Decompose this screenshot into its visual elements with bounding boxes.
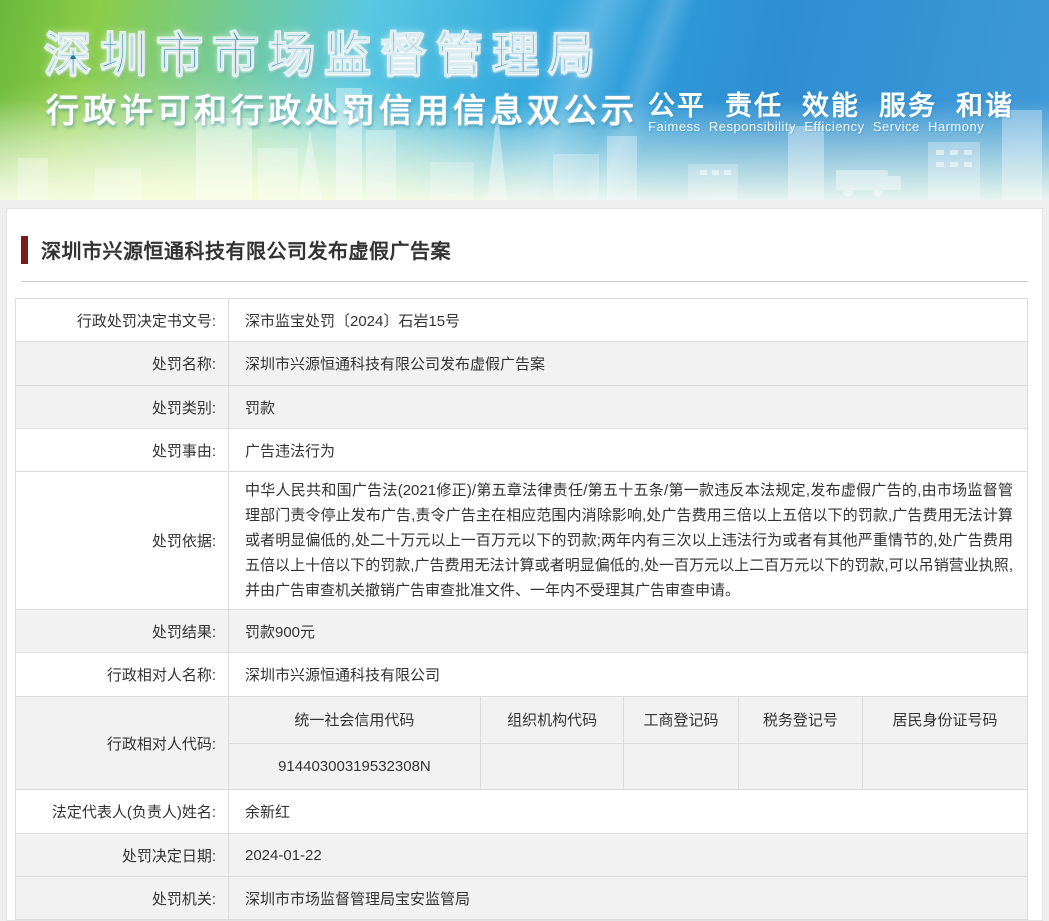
code-column-header: 税务登记号 <box>737 697 863 744</box>
party-codes-header-row: 统一社会信用代码 组织机构代码 工商登记码 税务登记号 居民身份证号码 <box>229 697 1027 744</box>
party-codes-cell: 统一社会信用代码 组织机构代码 工商登记码 税务登记号 居民身份证号码 9144… <box>228 696 1028 790</box>
row-label: 行政相对人代码: <box>15 696 229 790</box>
row-value: 罚款 <box>228 385 1028 429</box>
row-value: 深市监宝处罚〔2024〕石岩15号 <box>228 298 1028 342</box>
row-label: 处罚类别: <box>15 385 229 429</box>
page-title: 深圳市兴源恒通科技有限公司发布虚假广告案 <box>41 241 451 263</box>
row-label: 处罚事由: <box>15 428 229 472</box>
slogan-english: Faimess Responsibility Efficiency Servic… <box>648 119 985 134</box>
code-value <box>737 743 863 789</box>
penalty-record-table: 行政处罚决定书文号: 深市监宝处罚〔2024〕石岩15号 处罚名称: 深圳市兴源… <box>15 298 1028 920</box>
title-separator <box>21 281 1028 282</box>
row-label: 处罚结果: <box>15 609 229 653</box>
row-value: 深圳市市场监督管理局宝安监管局 <box>228 876 1028 920</box>
row-label: 行政相对人名称: <box>15 652 229 697</box>
agency-title: 深圳市市场监督管理局 <box>43 27 604 82</box>
slogan-chinese: 公平 责任 效能 服务 和谐 <box>648 91 1015 121</box>
row-label: 法定代表人(负责人)姓名: <box>15 789 229 834</box>
code-value <box>623 743 739 789</box>
code-value: 91440300319532308N <box>229 743 481 789</box>
title-accent-bar <box>21 235 28 264</box>
code-value <box>862 743 1027 789</box>
banner-subtitle: 行政许可和行政处罚信用信息双公示 <box>46 92 638 129</box>
code-column-header: 工商登记码 <box>623 697 739 744</box>
code-column-header: 组织机构代码 <box>479 697 624 744</box>
table-row-penalty-reason: 处罚事由: 广告违法行为 <box>15 428 1028 472</box>
table-row-penalty-result: 处罚结果: 罚款900元 <box>15 609 1028 653</box>
row-value: 中华人民共和国广告法(2021修正)/第五章法律责任/第五十五条/第一款违反本法… <box>228 471 1028 610</box>
table-row-decision-date: 处罚决定日期: 2024-01-22 <box>15 833 1028 877</box>
table-row-party-name: 行政相对人名称: 深圳市兴源恒通科技有限公司 <box>15 652 1028 697</box>
table-row-penalty-category: 处罚类别: 罚款 <box>15 385 1028 429</box>
code-value <box>479 743 624 789</box>
table-row-penalty-basis: 处罚依据: 中华人民共和国广告法(2021修正)/第五章法律责任/第五十五条/第… <box>15 471 1028 610</box>
row-value: 余新红 <box>228 789 1028 834</box>
row-value: 广告违法行为 <box>228 428 1028 472</box>
row-value: 深圳市兴源恒通科技有限公司 <box>228 652 1028 697</box>
party-codes-table: 统一社会信用代码 组织机构代码 工商登记码 税务登记号 居民身份证号码 9144… <box>229 697 1027 789</box>
row-value: 罚款900元 <box>228 609 1028 653</box>
row-label: 处罚名称: <box>15 341 229 386</box>
table-row-party-codes: 行政相对人代码: 统一社会信用代码 组织机构代码 工商登记码 税务登记号 居民身… <box>15 696 1028 790</box>
code-column-header: 统一社会信用代码 <box>229 697 481 744</box>
site-banner: 深圳市市场监督管理局 行政许可和行政处罚信用信息双公示 公平 责任 效能 服务 … <box>0 0 1049 200</box>
table-row-penalty-name: 处罚名称: 深圳市兴源恒通科技有限公司发布虚假广告案 <box>15 341 1028 386</box>
article-header: 深圳市兴源恒通科技有限公司发布虚假广告案 <box>15 209 1034 282</box>
content-card: 深圳市兴源恒通科技有限公司发布虚假广告案 行政处罚决定书文号: 深市监宝处罚〔2… <box>6 208 1043 921</box>
row-label: 处罚决定日期: <box>15 833 229 877</box>
table-row-document-number: 行政处罚决定书文号: 深市监宝处罚〔2024〕石岩15号 <box>15 298 1028 342</box>
row-label: 处罚机关: <box>15 876 229 920</box>
row-label: 处罚依据: <box>15 471 229 610</box>
table-row-legal-representative: 法定代表人(负责人)姓名: 余新红 <box>15 789 1028 834</box>
code-column-header: 居民身份证号码 <box>862 697 1027 744</box>
row-label: 行政处罚决定书文号: <box>15 298 229 342</box>
party-codes-value-row: 91440300319532308N <box>229 743 1027 789</box>
row-value: 深圳市兴源恒通科技有限公司发布虚假广告案 <box>228 341 1028 386</box>
table-row-penalty-authority: 处罚机关: 深圳市市场监督管理局宝安监管局 <box>15 876 1028 920</box>
row-value: 2024-01-22 <box>228 833 1028 877</box>
